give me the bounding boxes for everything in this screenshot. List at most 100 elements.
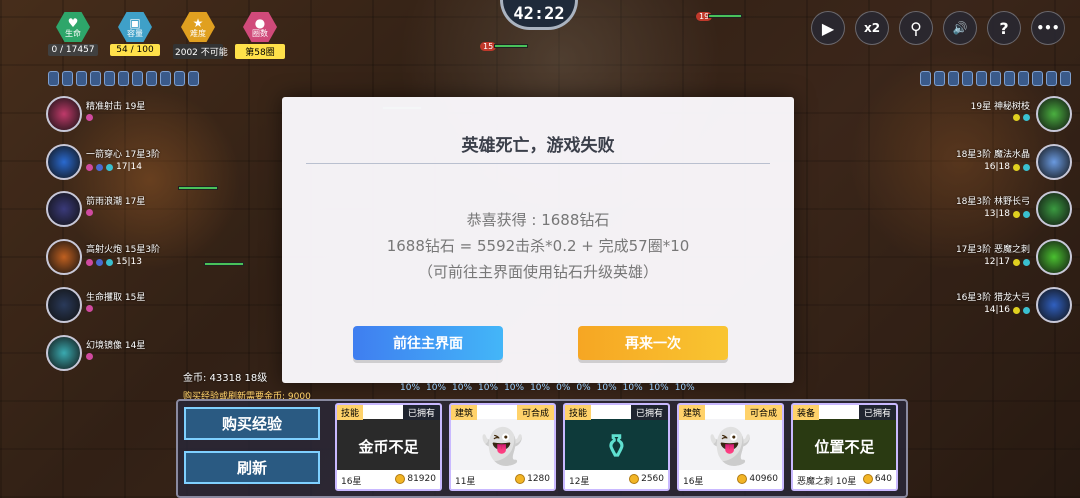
coin-icon — [737, 474, 748, 484]
skill-progress: 15|13 — [116, 257, 142, 267]
card-status: 已拥有 — [630, 405, 668, 420]
go-home-button[interactable]: 前往主界面 — [353, 326, 503, 360]
dialog-title: 英雄死亡，游戏失败 — [461, 136, 615, 156]
coin-icon — [395, 474, 406, 484]
shop-card-1[interactable]: 👻 建筑 可合成 11星 1280 — [449, 403, 556, 491]
stat-label: 圈数 — [252, 28, 268, 38]
slot — [132, 71, 143, 86]
slot — [948, 71, 959, 86]
item-sub: 16|18 — [984, 162, 1030, 172]
card-center-text: 位置不足 — [814, 438, 875, 456]
stat-3: ● 圈数 第58圈 — [235, 12, 285, 59]
speed-button[interactable]: x2 — [855, 11, 889, 45]
shop-card-2[interactable]: ⚱ 技能 已拥有 12星 2560 — [563, 403, 670, 491]
skill-sub — [86, 305, 93, 312]
card-level: 16星 — [341, 477, 362, 487]
right-skill-0[interactable]: 19星 神秘树枝 — [902, 96, 1072, 136]
slot — [934, 71, 945, 86]
search-button[interactable]: ⚲ — [899, 11, 933, 45]
element-dot — [106, 258, 113, 266]
card-type-tag: 建筑 — [451, 405, 478, 420]
skill-name: 精准射击 19星 — [86, 102, 146, 112]
stat-label: 生命 — [65, 28, 81, 38]
slot — [76, 71, 87, 86]
skill-sub: 15|13 — [86, 257, 142, 267]
card-price: 40960 — [737, 474, 778, 484]
item-icon — [1036, 239, 1072, 275]
play-button[interactable]: ▶ — [811, 11, 845, 45]
card-type-tag: 装备 — [793, 405, 820, 420]
coin-icon — [862, 474, 873, 484]
sound-button[interactable]: 🔊 — [943, 11, 977, 45]
card-price-value: 2560 — [641, 474, 664, 484]
item-progress: 13|18 — [984, 209, 1010, 219]
card-image: 👻 — [679, 419, 782, 474]
stat-badge: ★ 难度 — [181, 12, 215, 42]
more-button[interactable]: ••• — [1031, 11, 1065, 45]
slot — [976, 71, 987, 86]
element-dot — [86, 209, 93, 216]
reward-text: 恭喜获得 : 1688钻石 — [466, 211, 610, 229]
slot — [1018, 71, 1029, 86]
rarity-percent: 10% — [530, 383, 551, 393]
coin-icon — [515, 474, 526, 484]
skill-icon — [46, 144, 82, 180]
card-image: 金币不足 — [337, 419, 440, 474]
left-skill-5[interactable]: 幻境镜像 14星 — [46, 335, 206, 375]
slot — [48, 71, 59, 86]
slot — [118, 71, 129, 86]
skill-progress: 17|14 — [116, 162, 142, 172]
skill-sub — [86, 209, 93, 216]
element-dot — [1013, 210, 1020, 218]
item-progress: 12|17 — [984, 257, 1010, 267]
rarity-percent: 10% — [622, 383, 643, 393]
rarity-percent: 10% — [504, 383, 525, 393]
slot — [104, 71, 115, 86]
right-skill-3[interactable]: 17星3阶 恶魔之刺 12|17 — [902, 239, 1072, 279]
refresh-button[interactable]: 刷新 — [184, 451, 320, 484]
rarity-percent: 10% — [596, 383, 617, 393]
right-skill-1[interactable]: 18星3阶 魔法水晶 16|18 — [902, 144, 1072, 184]
card-footer: 11星 1280 — [451, 470, 554, 489]
enemy-health-bar — [178, 186, 218, 190]
card-type-tag: 建筑 — [679, 405, 706, 420]
left-skill-3[interactable]: 高射火炮 15星3阶 15|13 — [46, 239, 206, 279]
item-name: 16星3阶 猎龙大弓 — [955, 293, 1030, 303]
slot — [1046, 71, 1057, 86]
element-dot — [96, 163, 103, 171]
item-sub: 12|17 — [984, 257, 1030, 267]
item-icon — [1036, 287, 1072, 323]
shop-card-0[interactable]: 金币不足 技能 已拥有 16星 81920 — [335, 403, 442, 491]
card-price: 81920 — [395, 474, 436, 484]
enemy-health-bar — [708, 14, 742, 18]
right-skill-4[interactable]: 16星3阶 猎龙大弓 14|16 — [902, 287, 1072, 327]
slot — [990, 71, 1001, 86]
retry-button[interactable]: 再来一次 — [578, 326, 728, 360]
slot — [962, 71, 973, 86]
stat-badge: ♥ 生命 — [56, 12, 90, 42]
rarity-percent: 10% — [674, 383, 695, 393]
help-button[interactable]: ? — [987, 11, 1021, 45]
skill-sub — [86, 353, 93, 360]
card-status: 可合成 — [744, 405, 782, 420]
element-dot — [86, 114, 93, 121]
slot — [160, 71, 171, 86]
rarity-percent: 10% — [400, 383, 421, 393]
shop-card-4[interactable]: 位置不足 装备 已拥有 恶魔之刺 10星 640 — [791, 403, 898, 491]
element-dot — [86, 305, 93, 312]
slot — [188, 71, 199, 86]
left-skill-4[interactable]: 生命攫取 15星 — [46, 287, 206, 327]
rarity-percent: 10% — [478, 383, 499, 393]
shop-card-3[interactable]: 👻 建筑 可合成 16星 40960 — [677, 403, 784, 491]
stat-value: 54 / 100 — [110, 44, 160, 56]
right-skill-2[interactable]: 18星3阶 林野长弓 13|18 — [902, 191, 1072, 231]
skill-sub — [86, 114, 93, 121]
item-name: 18星3阶 林野长弓 — [955, 197, 1030, 207]
left-skill-1[interactable]: 一箭穿心 17星3阶 17|14 — [46, 144, 206, 184]
card-image: 👻 — [451, 419, 554, 474]
buy-exp-button[interactable]: 购买经验 — [184, 407, 320, 440]
card-price-value: 40960 — [749, 474, 778, 484]
left-skill-2[interactable]: 箭雨浪潮 17星 — [46, 191, 206, 231]
left-skill-0[interactable]: 精准射击 19星 — [46, 96, 206, 136]
right-slot-bar — [920, 71, 1071, 86]
